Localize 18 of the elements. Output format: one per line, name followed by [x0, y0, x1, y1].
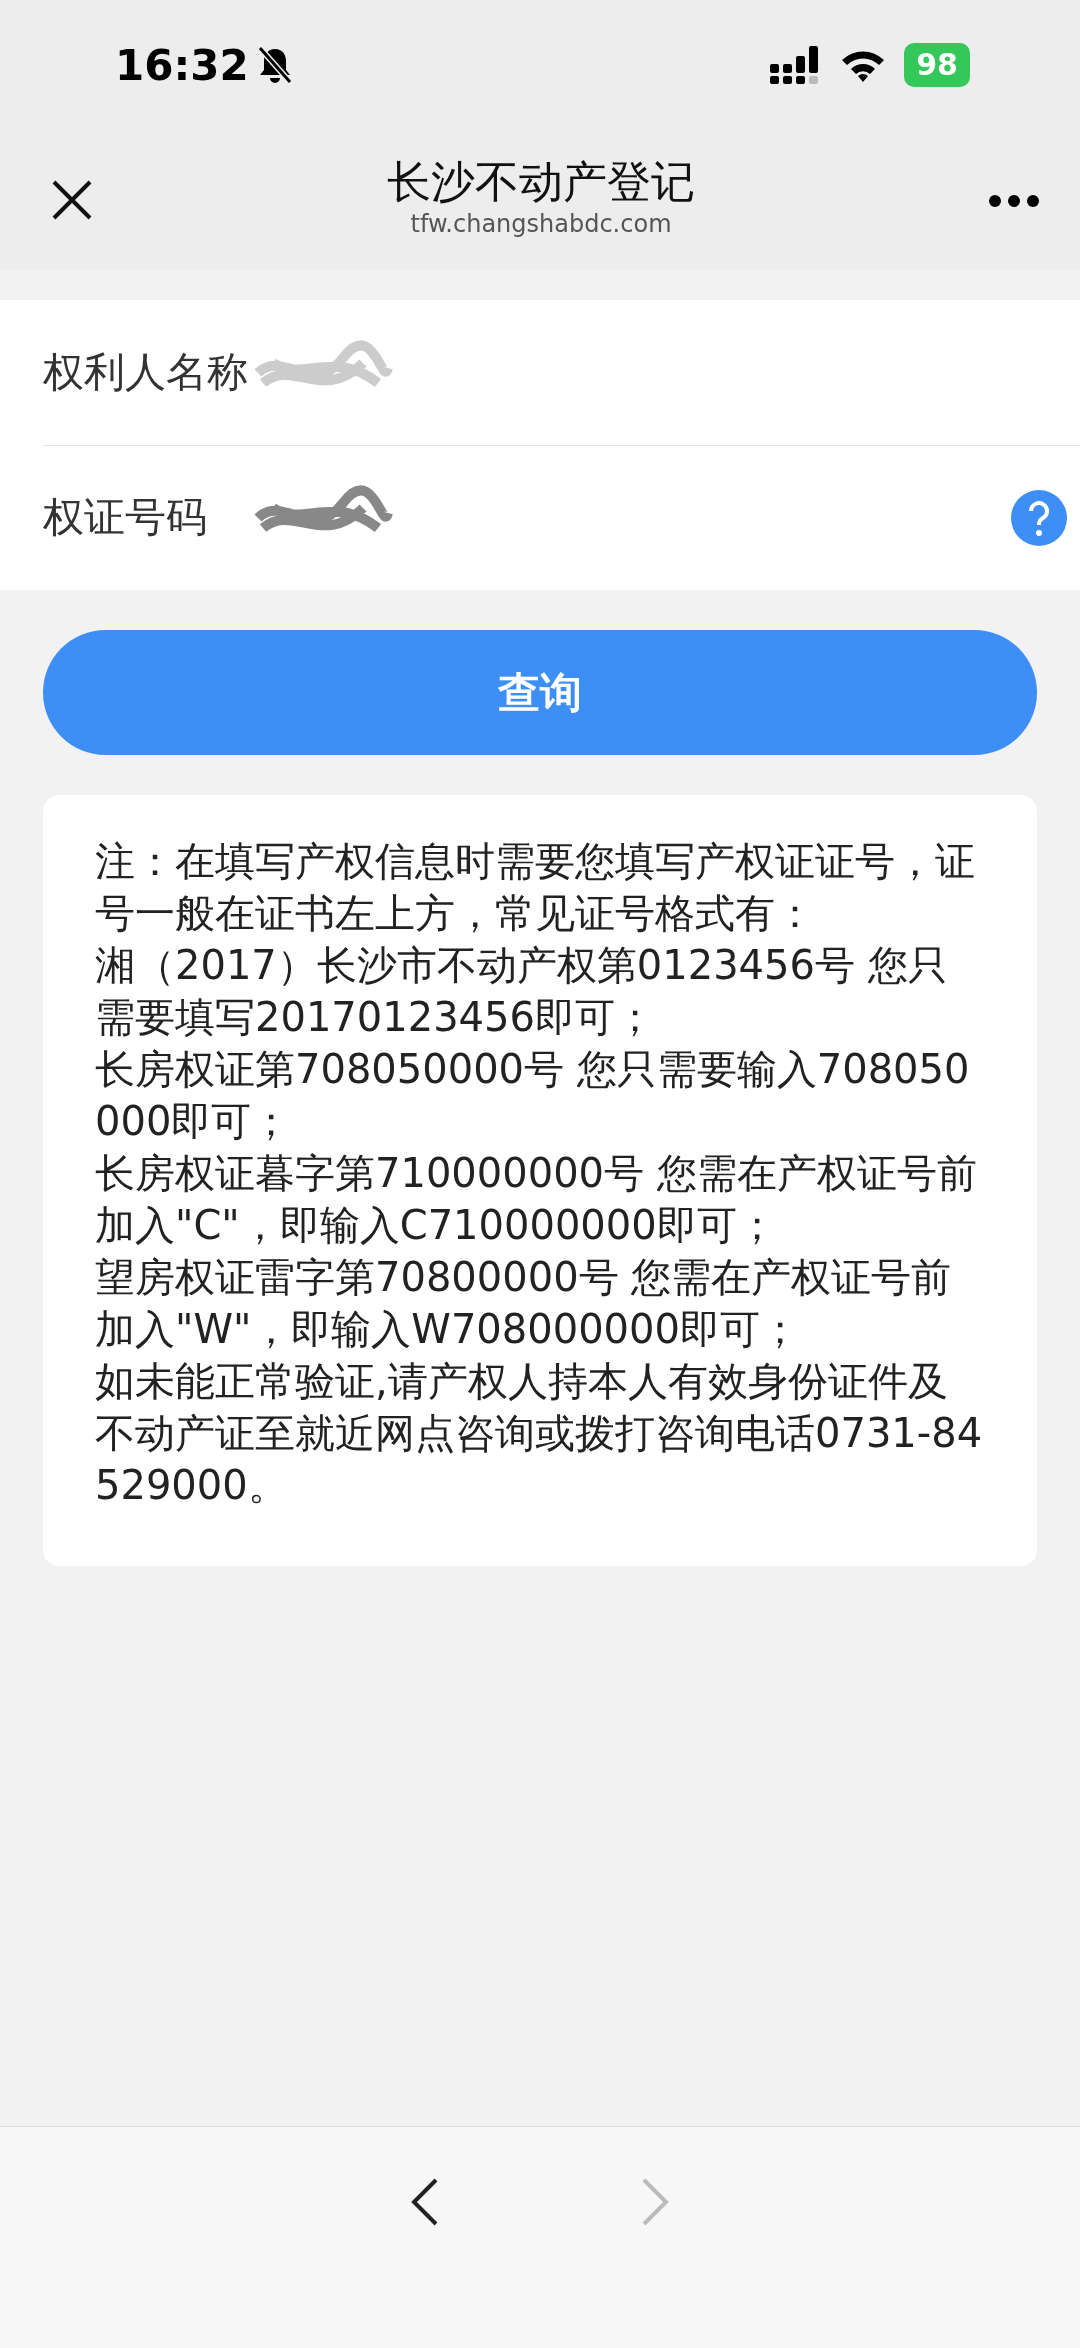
close-icon[interactable] — [50, 178, 94, 222]
note-text: 长房权证暮字第710000000号 您需在产权证号前加入"C"，即输入C710000000即可； — [95, 1149, 978, 1250]
query-button[interactable]: 查询 — [43, 630, 1037, 755]
note-text: 长房权证第708050000号 您只需要输入708050000即可； — [95, 1045, 971, 1146]
note-text: 望房权证雷字第70800000号 您需在产权证号前加入"W"，即输入W708000000即可； — [95, 1253, 953, 1354]
more-icon[interactable] — [988, 193, 1040, 208]
field-label: 权利人名称 — [43, 346, 249, 398]
status-time: 16:32 — [115, 39, 249, 92]
note-text: 湘（2017）长沙市不动产权第0123456号 您只需要填写20170123456即可； — [95, 941, 949, 1042]
field-label: 权证号码 — [43, 492, 208, 544]
page-url: tfw.changshabdc.com — [409, 209, 673, 241]
note-text: 如未能正常验证,请产权人持本人有效身份证件及不动产证至就近网点咨询或拨打咨询电话0731-84529000。 — [95, 1357, 984, 1510]
battery-level: 98 — [904, 43, 970, 87]
note-text: 注：在填写产权信息时需要您填写产权证证号，证号一般在证书左上方，常见证号格式有： — [95, 837, 976, 938]
wifi-icon — [840, 48, 887, 82]
page-title: 长沙不动产登记 — [387, 157, 695, 207]
help-button[interactable] — [1010, 489, 1068, 547]
bell-muted-icon — [256, 45, 293, 85]
